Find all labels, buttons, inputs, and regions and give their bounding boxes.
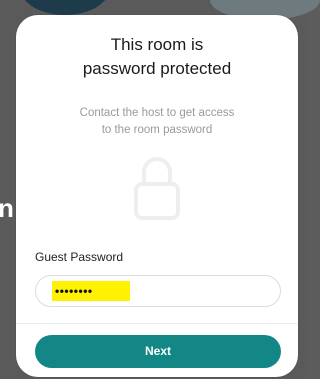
- modal-subtitle: Contact the host to get access to the ro…: [16, 105, 298, 139]
- modal-divider: [16, 323, 298, 324]
- modal-title: This room is password protected: [16, 33, 298, 81]
- guest-password-label: Guest Password: [35, 250, 124, 264]
- password-value: ••••••••: [55, 284, 93, 298]
- background-heading-fragment: n: [0, 193, 14, 223]
- background-shape: [20, 0, 110, 15]
- modal-title-line-2: password protected: [82, 59, 232, 78]
- lock-icon: [132, 150, 182, 220]
- modal-title-line-1: This room is: [110, 35, 204, 54]
- guest-password-input[interactable]: ••••••••: [35, 275, 281, 307]
- modal-subtitle-line-1: Contact the host to get access: [79, 107, 235, 119]
- modal-subtitle-line-2: to the room password: [101, 124, 213, 136]
- next-button[interactable]: Next: [35, 335, 281, 368]
- password-modal: This room is password protected Contact …: [16, 15, 298, 377]
